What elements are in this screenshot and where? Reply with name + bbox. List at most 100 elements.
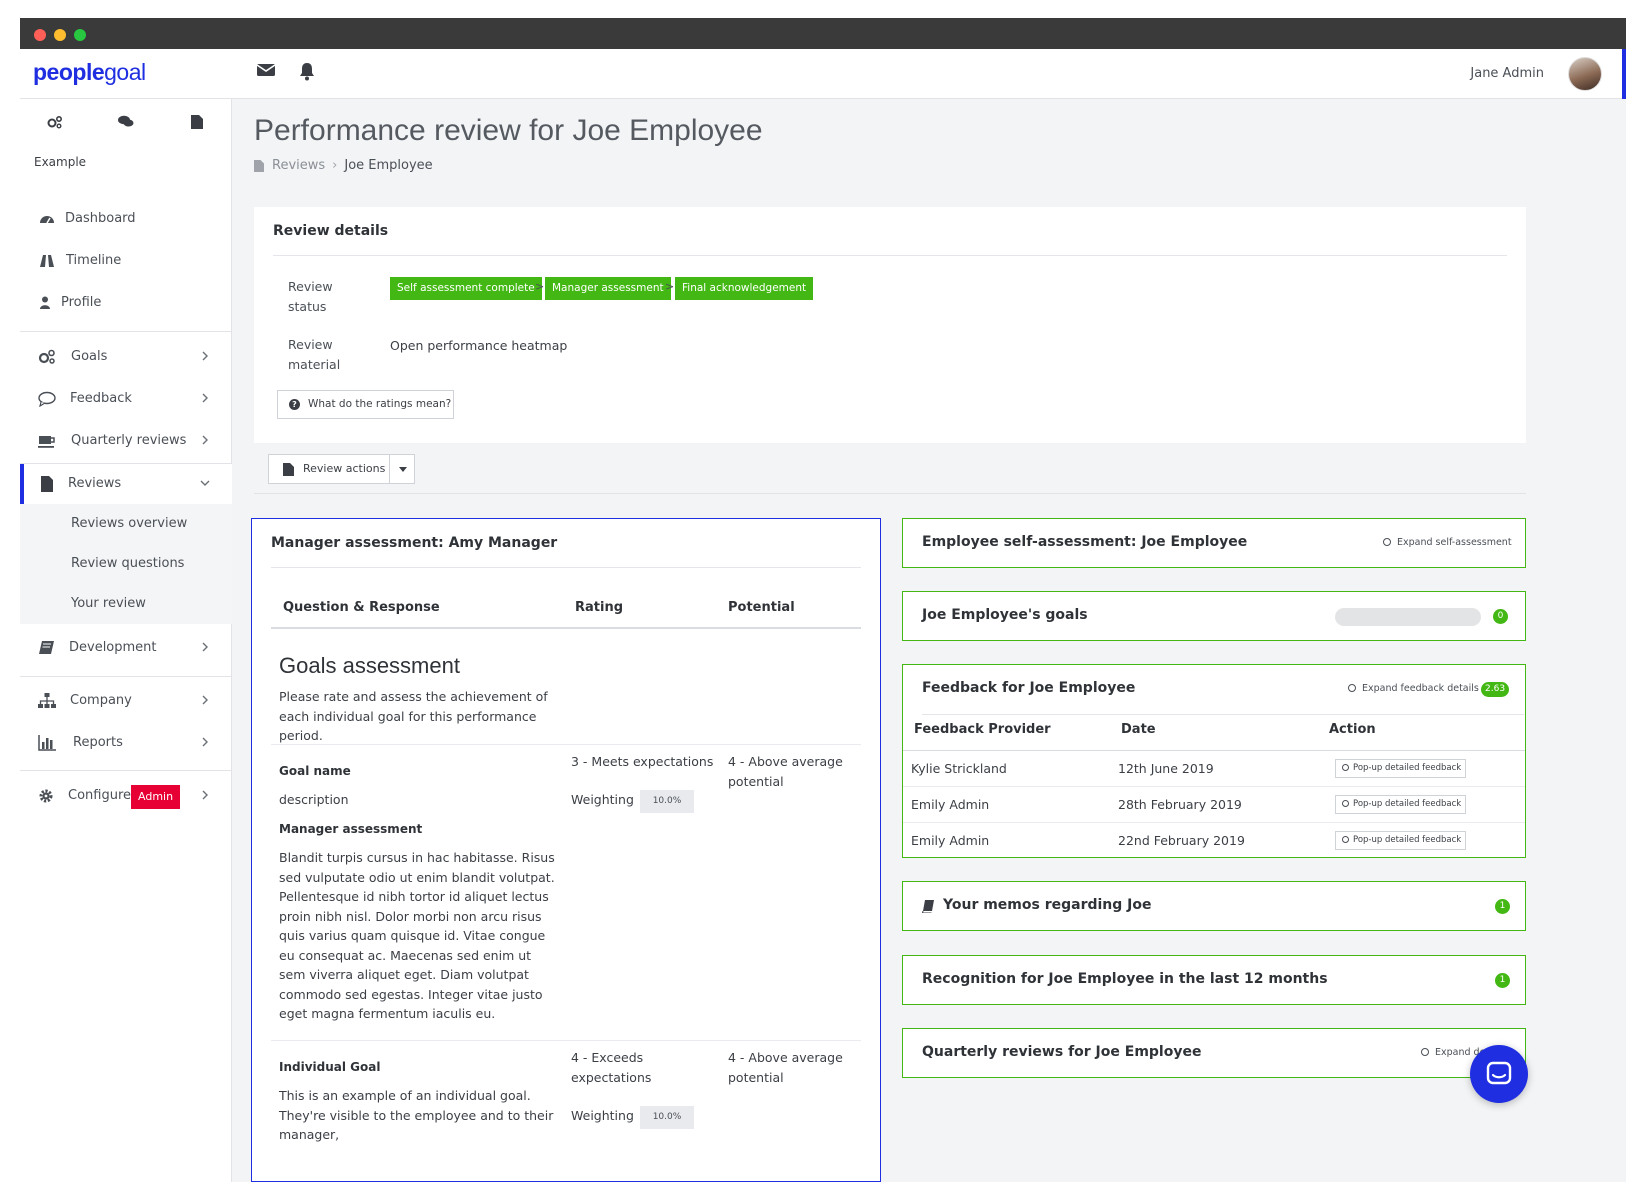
sidebar-item-reports[interactable]: Reports (20, 723, 232, 763)
sidebar-item-quarterly-reviews[interactable]: Quarterly reviews (20, 421, 232, 461)
envelope-icon[interactable] (256, 62, 278, 84)
popup-feedback-button[interactable]: Pop-up detailed feedback (1335, 759, 1466, 778)
gear-icon (39, 789, 53, 803)
file-icon (283, 463, 294, 476)
dashboard-icon (40, 216, 54, 224)
step-separator: > (665, 280, 675, 293)
self-assessment-title: Employee self-assessment: Joe Employee (922, 534, 1248, 550)
sidebar-item-profile[interactable]: Profile (20, 283, 232, 323)
sidebar-divider (20, 676, 232, 677)
road-icon (40, 255, 54, 267)
sidebar-item-company[interactable]: Company (20, 681, 232, 721)
column-header-question: Question & Response (283, 600, 440, 615)
book-icon (922, 900, 934, 913)
chevron-right-icon (202, 642, 208, 652)
recognition-card[interactable]: Recognition for Joe Employee in the last… (902, 955, 1526, 1005)
sidebar-item-timeline[interactable]: Timeline (20, 241, 232, 281)
popup-feedback-label: Pop-up detailed feedback (1353, 835, 1462, 845)
ratings-help-button[interactable]: ? What do the ratings mean? (277, 390, 454, 419)
feedback-provider: Emily Admin (911, 797, 990, 812)
goals-progress-bar (1335, 608, 1481, 626)
quarterly-reviews-card[interactable]: Quarterly reviews for Joe Employee Expan… (902, 1028, 1526, 1078)
sidebar-subitem-review-questions[interactable]: Review questions (20, 544, 232, 584)
chevron-right-icon (202, 435, 208, 445)
status-step-manager-assessment: Manager assessment (545, 277, 671, 300)
caret-down-icon[interactable] (399, 467, 407, 472)
user-avatar[interactable] (1568, 57, 1602, 91)
feedback-date: 28th February 2019 (1118, 797, 1242, 812)
weighting-value: 10.0% (640, 790, 694, 813)
coffee-icon (38, 436, 55, 448)
maximize-window-icon[interactable] (74, 29, 86, 41)
feedback-date: 12th June 2019 (1118, 761, 1214, 776)
book-icon (39, 641, 54, 654)
breadcrumb-reviews[interactable]: Reviews (272, 158, 325, 173)
search-icon (1383, 538, 1391, 546)
review-actions-button[interactable]: Review actions (268, 454, 415, 484)
search-icon (1421, 1048, 1429, 1056)
sitemap-icon (38, 693, 56, 708)
file-icon (254, 159, 264, 172)
sidebar-item-goals[interactable]: Goals (20, 337, 232, 377)
search-icon (1342, 764, 1349, 771)
sidebar-item-label: Timeline (66, 253, 122, 268)
close-window-icon[interactable] (34, 29, 46, 41)
goal-potential: 4 - Above average potential (728, 1050, 843, 1085)
table-header-rule (271, 627, 861, 629)
expand-feedback-link[interactable]: Expand feedback details (1348, 683, 1479, 694)
sidebar-subitem-your-review[interactable]: Your review (20, 584, 232, 624)
chevron-right-icon (202, 790, 208, 800)
comment-icon (38, 391, 56, 407)
expand-self-assessment-link[interactable]: Expand self-assessment (1383, 537, 1512, 548)
feedback-count-badge: 2.63 (1481, 682, 1510, 697)
manager-assessment-panel: Manager assessment: Amy Manager Question… (251, 518, 881, 1182)
file-icon (41, 476, 53, 492)
chevron-right-icon (202, 351, 208, 361)
peoplegoal-logo[interactable]: peoplegoal (33, 59, 146, 86)
table-row: Emily Admin 22nd February 2019 Pop-up de… (903, 823, 1525, 859)
ratings-help-label: What do the ratings mean? (308, 398, 452, 410)
cogs-icon[interactable] (47, 115, 63, 129)
sidebar-item-development[interactable]: Development (20, 628, 232, 668)
sidebar-item-label: Reports (73, 735, 123, 750)
goals-count-badge: 0 (1493, 609, 1508, 624)
table-row: Kylie Strickland 12th June 2019 Pop-up d… (903, 751, 1525, 787)
memos-card-title: Your memos regarding Joe (943, 897, 1152, 913)
sidebar-subitem-reviews-overview[interactable]: Reviews overview (20, 504, 232, 544)
goal-potential: 4 - Above average potential (728, 754, 843, 789)
sidebar-item-label: Development (69, 640, 157, 655)
review-actions-label: Review actions (303, 462, 386, 475)
goal-rating: 3 - Meets expectations (571, 754, 714, 769)
user-name[interactable]: Jane Admin (1470, 66, 1544, 81)
file-icon[interactable] (191, 115, 203, 129)
breadcrumb-current: Joe Employee (344, 158, 433, 173)
logo-text-bold: people (33, 59, 105, 85)
chevron-down-icon (200, 480, 210, 486)
goal-rating: 4 - Exceeds expectations (571, 1050, 652, 1085)
goals-card[interactable]: Joe Employee's goals 0 (902, 591, 1526, 641)
chat-launcher-button[interactable] (1470, 1045, 1528, 1103)
sidebar-item-reviews[interactable]: Reviews (20, 464, 232, 504)
chevron-right-icon (202, 695, 208, 705)
top-bar: peoplegoal Jane Admin (20, 49, 1626, 99)
sidebar-item-dashboard[interactable]: Dashboard (20, 199, 232, 239)
row-divider (271, 1040, 861, 1041)
quarterly-reviews-title: Quarterly reviews for Joe Employee (922, 1044, 1202, 1060)
comments-icon[interactable] (118, 115, 134, 128)
divider (273, 255, 1507, 256)
popup-feedback-label: Pop-up detailed feedback (1353, 763, 1462, 773)
sidebar-item-label: Dashboard (65, 211, 136, 226)
chat-icon (1486, 1061, 1512, 1085)
breadcrumb: Reviews › Joe Employee (254, 158, 433, 173)
open-heatmap-link[interactable]: Open performance heatmap (390, 338, 567, 353)
popup-feedback-button[interactable]: Pop-up detailed feedback (1335, 831, 1466, 850)
memos-card[interactable]: Your memos regarding Joe 1 (902, 881, 1526, 931)
sidebar-subitem-label: Review questions (71, 556, 185, 571)
self-assessment-card[interactable]: Employee self-assessment: Joe Employee E… (902, 518, 1526, 568)
minimize-window-icon[interactable] (54, 29, 66, 41)
sidebar-item-label: Feedback (70, 391, 132, 406)
sidebar-item-configure[interactable]: Configure Admin (20, 776, 232, 816)
sidebar-item-feedback[interactable]: Feedback (20, 379, 232, 419)
bell-icon[interactable] (298, 62, 320, 84)
popup-feedback-button[interactable]: Pop-up detailed feedback (1335, 795, 1466, 814)
